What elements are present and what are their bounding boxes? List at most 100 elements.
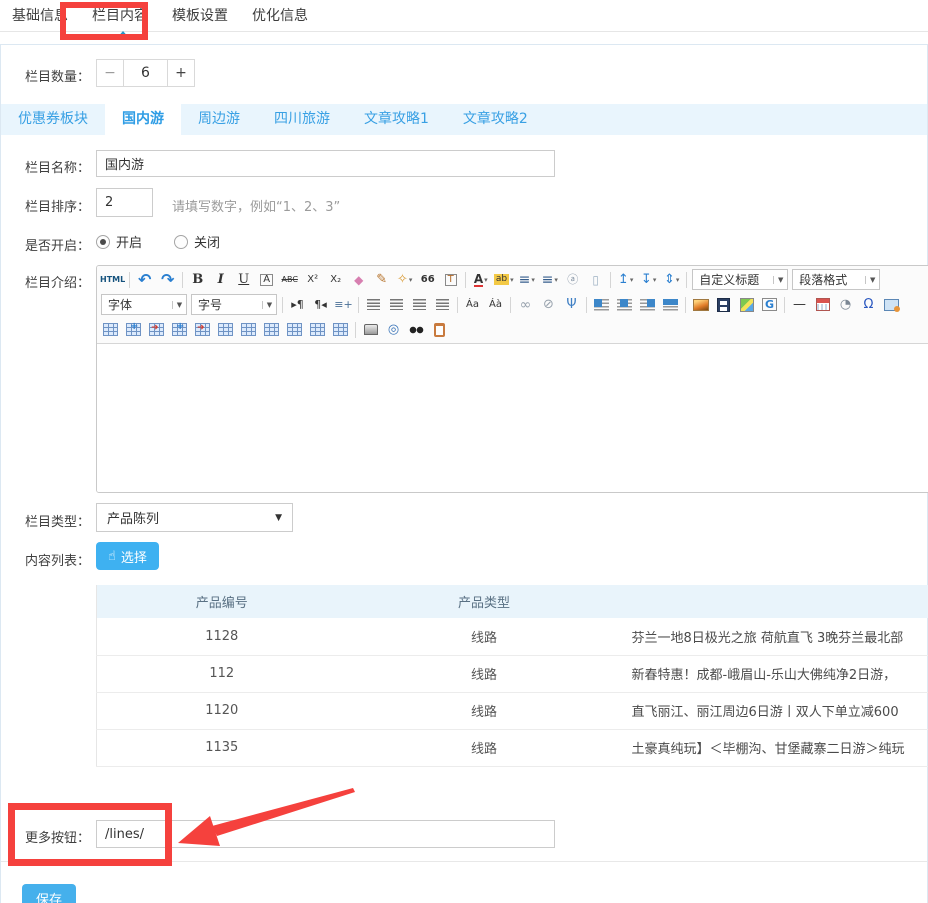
radio-enable-on[interactable]: 开启 bbox=[96, 232, 142, 251]
table-cell-r1c2: 线路 bbox=[347, 618, 622, 655]
save-button[interactable]: 保存 bbox=[22, 884, 76, 903]
bold-icon[interactable]: B bbox=[186, 269, 209, 290]
table-cell-r4c3: 土豪真纯玩】＜毕棚沟、甘堡藏寨二日游＞纯玩 bbox=[622, 729, 928, 766]
char-border-icon[interactable]: A bbox=[255, 269, 278, 290]
choose-button[interactable]: ☝ 选择 bbox=[96, 542, 159, 570]
paragraph-format-select[interactable]: 段落格式▼ bbox=[792, 269, 880, 290]
cell-props-icon[interactable] bbox=[214, 319, 237, 340]
screenshot-icon[interactable] bbox=[880, 294, 903, 315]
autotypeset-icon[interactable]: ✧▾ bbox=[393, 269, 416, 290]
print-icon[interactable] bbox=[359, 319, 382, 340]
order-hint-text: 请填写数字，例如“1、2、3” bbox=[172, 196, 340, 215]
align-left-icon[interactable] bbox=[362, 294, 385, 315]
indent-icon[interactable]: ≡+ bbox=[332, 294, 355, 315]
col-props-icon[interactable] bbox=[329, 319, 352, 340]
stepper-plus-button[interactable]: + bbox=[167, 59, 195, 87]
top-tab-3[interactable]: 模板设置 bbox=[160, 0, 240, 32]
anchor-link-icon[interactable]: ⓐ bbox=[561, 269, 584, 290]
sub-tab-5[interactable]: 文章攻略1 bbox=[347, 104, 446, 135]
link-icon[interactable]: ∞ bbox=[514, 294, 537, 315]
custom-title-select[interactable]: 自定义标题▼ bbox=[692, 269, 788, 290]
align-justify-icon[interactable] bbox=[431, 294, 454, 315]
top-tab-2-active[interactable]: 栏目内容 bbox=[80, 0, 160, 32]
subscript-icon[interactable]: X₂ bbox=[324, 269, 347, 290]
insert-media-icon[interactable] bbox=[712, 294, 735, 315]
more-button-input[interactable] bbox=[96, 820, 555, 848]
eraser-icon[interactable]: ◆ bbox=[347, 269, 370, 290]
top-tab-4[interactable]: 优化信息 bbox=[240, 0, 320, 32]
insert-time-icon[interactable]: ◔ bbox=[834, 294, 857, 315]
paste-special-icon[interactable]: T bbox=[439, 269, 462, 290]
delete-col-icon[interactable] bbox=[191, 319, 214, 340]
format-brush-icon[interactable]: ✎ bbox=[370, 269, 393, 290]
row-props-icon[interactable] bbox=[306, 319, 329, 340]
insert-date-icon[interactable] bbox=[811, 294, 834, 315]
image-align-inline-icon[interactable] bbox=[613, 294, 636, 315]
ltr-paragraph-icon[interactable]: ▸¶ bbox=[286, 294, 309, 315]
top-tab-1[interactable]: 基础信息 bbox=[0, 0, 80, 32]
column-type-select[interactable]: 产品陈列 ▼ bbox=[96, 503, 293, 532]
editor-content-area[interactable] bbox=[97, 344, 928, 493]
top-spacing-icon[interactable]: ↥▾ bbox=[614, 269, 637, 290]
radio-off-circle bbox=[174, 235, 188, 249]
column-name-input[interactable] bbox=[96, 150, 555, 177]
insert-map-icon[interactable] bbox=[735, 294, 758, 315]
column-count-label: 栏目数量： bbox=[0, 66, 90, 85]
column-order-input[interactable] bbox=[96, 188, 153, 217]
sub-tab-6[interactable]: 文章攻略2 bbox=[446, 104, 545, 135]
image-align-right-icon[interactable] bbox=[636, 294, 659, 315]
table-cell-r3c3: 直飞丽江、丽江周边6日游丨双人下单立减600 bbox=[622, 692, 928, 729]
line-height-icon[interactable]: ⇕▾ bbox=[660, 269, 683, 290]
strikethrough-icon[interactable]: ABC bbox=[278, 269, 301, 290]
sub-tab-2[interactable]: 国内游 bbox=[105, 104, 181, 135]
find-replace-icon[interactable] bbox=[405, 319, 428, 340]
insert-row-above-icon[interactable] bbox=[122, 319, 145, 340]
to-lowercase-icon[interactable]: Áà bbox=[484, 294, 507, 315]
font-family-select[interactable]: 字体▼ bbox=[101, 294, 187, 315]
align-center-icon[interactable] bbox=[385, 294, 408, 315]
superscript-icon[interactable]: X² bbox=[301, 269, 324, 290]
unordered-list-icon[interactable]: ≡▾ bbox=[538, 269, 561, 290]
horizontal-rule-icon[interactable]: — bbox=[788, 294, 811, 315]
merge-down-icon[interactable] bbox=[260, 319, 283, 340]
image-block-icon[interactable] bbox=[659, 294, 682, 315]
merge-right-icon[interactable] bbox=[237, 319, 260, 340]
new-page-icon[interactable]: ▯ bbox=[584, 269, 607, 290]
to-uppercase-icon[interactable]: Áa bbox=[461, 294, 484, 315]
paste-icon[interactable] bbox=[428, 319, 451, 340]
highlight-color-icon[interactable]: ab▾ bbox=[492, 269, 515, 290]
insert-image-icon[interactable] bbox=[689, 294, 712, 315]
unlink-icon[interactable]: ⊘ bbox=[537, 294, 560, 315]
ordered-list-icon[interactable]: ≡▾ bbox=[515, 269, 538, 290]
stepper-minus-button[interactable]: − bbox=[96, 59, 124, 87]
delete-row-icon[interactable] bbox=[145, 319, 168, 340]
table-cell-r4c2: 线路 bbox=[347, 729, 622, 766]
radio-enable-off[interactable]: 关闭 bbox=[174, 232, 220, 251]
sub-tab-1[interactable]: 优惠券板块 bbox=[1, 104, 105, 135]
underline-icon[interactable]: U bbox=[232, 269, 255, 290]
anchor-icon[interactable]: Ψ bbox=[560, 294, 583, 315]
align-right-icon[interactable] bbox=[408, 294, 431, 315]
italic-icon[interactable]: I bbox=[209, 269, 232, 290]
blockquote-icon[interactable]: 66 bbox=[416, 269, 439, 290]
redo-icon[interactable]: ↷ bbox=[156, 269, 179, 290]
insert-table-icon[interactable] bbox=[99, 319, 122, 340]
image-align-left-icon[interactable] bbox=[590, 294, 613, 315]
bottom-spacing-icon[interactable]: ↧▾ bbox=[637, 269, 660, 290]
column-name-label: 栏目名称： bbox=[0, 157, 90, 176]
rtl-paragraph-icon[interactable]: ¶◂ bbox=[309, 294, 332, 315]
table-props-icon[interactable] bbox=[283, 319, 306, 340]
content-list-label: 内容列表： bbox=[0, 550, 90, 569]
google-map-icon[interactable]: G bbox=[758, 294, 781, 315]
table-cell-r3c1: 1120 bbox=[97, 692, 347, 729]
radio-on-label: 开启 bbox=[116, 232, 142, 251]
html-source-icon[interactable]: HTML bbox=[99, 269, 126, 290]
font-color-icon[interactable]: A▾ bbox=[469, 269, 492, 290]
font-size-select[interactable]: 字号▼ bbox=[191, 294, 277, 315]
sub-tab-4[interactable]: 四川旅游 bbox=[257, 104, 347, 135]
special-char-icon[interactable]: Ω bbox=[857, 294, 880, 315]
sub-tab-3[interactable]: 周边游 bbox=[181, 104, 257, 135]
insert-col-icon[interactable] bbox=[168, 319, 191, 340]
undo-icon[interactable]: ↶ bbox=[133, 269, 156, 290]
preview-icon[interactable]: ◎ bbox=[382, 319, 405, 340]
